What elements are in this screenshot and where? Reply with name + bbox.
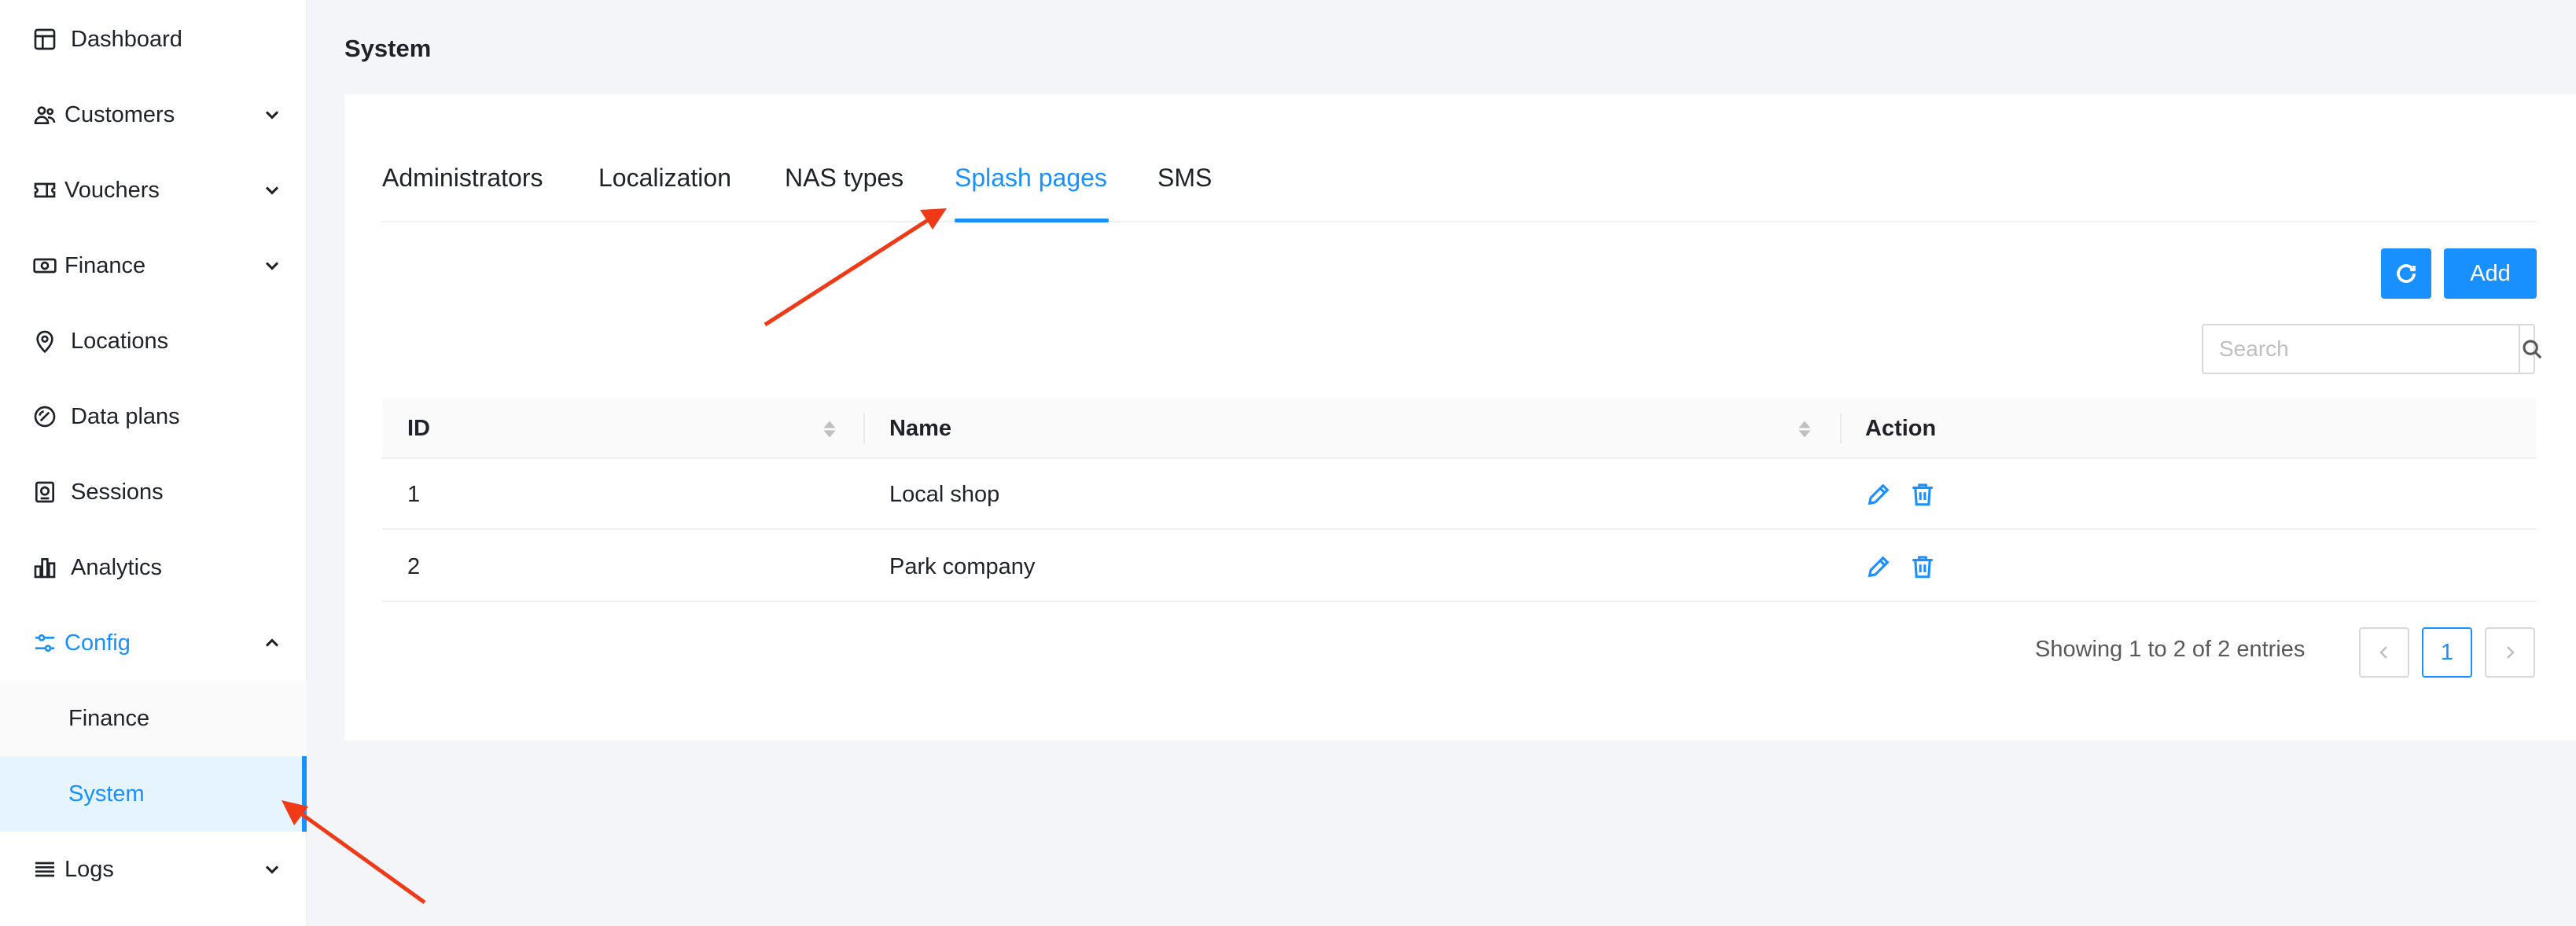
edit-icon[interactable] (1865, 481, 1893, 509)
table-row: 2 Park company (382, 531, 2537, 602)
sidebar-subitem-label: System (68, 781, 145, 807)
sidebar-item-label: Config (64, 630, 131, 656)
sidebar-item-label: Finance (64, 252, 146, 278)
list-icon (31, 856, 58, 883)
sidebar: Dashboard Customers Vouchers Finance Loc… (0, 0, 307, 926)
tab-sms[interactable]: SMS (1157, 164, 1212, 193)
sidebar-item-label: Logs (64, 856, 114, 882)
next-page-button[interactable] (2485, 627, 2535, 678)
sidebar-item-config[interactable]: Config (0, 605, 307, 681)
ticket-icon (31, 177, 58, 204)
chevron-down-icon (261, 179, 283, 201)
column-divider (863, 413, 865, 443)
column-header-action: Action (1865, 415, 1937, 441)
edit-icon[interactable] (1865, 553, 1893, 582)
sidebar-item-label: Dashboard (71, 26, 182, 52)
data-plan-icon (31, 403, 58, 430)
table-row: 1 Local shop (382, 459, 2537, 530)
sidebar-item-label: Analytics (71, 554, 163, 580)
chevron-right-icon (2507, 646, 2515, 659)
sidebar-subitem-label: Finance (68, 705, 150, 731)
location-pin-icon (31, 328, 58, 355)
table-header: ID Name Action (382, 398, 2537, 459)
sidebar-item-locations[interactable]: Locations (0, 303, 307, 379)
sidebar-subitem-system[interactable]: System (0, 756, 307, 832)
sort-icon[interactable] (822, 420, 837, 439)
add-button[interactable]: Add (2444, 248, 2537, 299)
sidebar-item-analytics[interactable]: Analytics (0, 530, 307, 605)
search-icon (2523, 340, 2542, 359)
sidebar-item-label: Vouchers (64, 177, 160, 203)
search-input[interactable] (2203, 325, 2519, 373)
refresh-button[interactable] (2381, 248, 2431, 299)
tab-nas-types[interactable]: NAS types (785, 164, 903, 193)
sidebar-subitem-finance[interactable]: Finance (0, 681, 307, 756)
chevron-down-icon (261, 104, 283, 126)
cell-name: Park company (889, 553, 1036, 579)
refresh-icon (2397, 264, 2416, 283)
search-box (2202, 324, 2542, 374)
tab-splash-pages[interactable]: Splash pages (955, 164, 1107, 193)
chevron-down-icon (261, 858, 283, 880)
sidebar-item-dashboard[interactable]: Dashboard (0, 2, 307, 77)
money-icon (31, 252, 58, 279)
search-button[interactable] (2519, 325, 2544, 373)
sidebar-item-customers[interactable]: Customers (0, 77, 307, 152)
sidebar-item-sessions[interactable]: Sessions (0, 454, 307, 530)
sidebar-item-label: Data plans (71, 403, 180, 429)
page-title: System (344, 35, 432, 62)
sidebar-item-label: Customers (64, 101, 175, 127)
cell-name: Local shop (889, 481, 1000, 507)
sidebar-item-label: Sessions (71, 479, 164, 505)
chevron-up-icon (261, 632, 283, 654)
dashboard-icon (31, 26, 58, 53)
column-header-id[interactable]: ID (407, 398, 430, 459)
sliders-icon (31, 630, 58, 656)
chevron-down-icon (261, 255, 283, 277)
sidebar-item-data-plans[interactable]: Data plans (0, 379, 307, 454)
column-header-name[interactable]: Name (889, 398, 951, 459)
pagination-info: Showing 1 to 2 of 2 entries (2035, 637, 2306, 662)
users-icon (31, 101, 58, 128)
column-divider (1840, 413, 1842, 443)
page-button[interactable]: 1 (2422, 627, 2472, 678)
sidebar-item-vouchers[interactable]: Vouchers (0, 152, 307, 228)
sort-icon[interactable] (1798, 420, 1812, 439)
tabs-divider (382, 221, 2537, 222)
cell-id: 1 (407, 481, 421, 507)
sidebar-item-label: Locations (71, 328, 169, 354)
prev-page-button[interactable] (2359, 627, 2409, 678)
delete-icon[interactable] (1909, 553, 1938, 582)
tab-localization[interactable]: Localization (598, 164, 731, 193)
bar-chart-icon (31, 554, 58, 581)
sidebar-item-logs[interactable]: Logs (0, 832, 307, 907)
delete-icon[interactable] (1909, 481, 1938, 509)
cell-id: 2 (407, 553, 421, 579)
sidebar-item-finance[interactable]: Finance (0, 228, 307, 303)
selected-indicator (302, 756, 307, 832)
active-tab-indicator (955, 219, 1109, 222)
chevron-left-icon (2379, 646, 2387, 659)
sessions-icon (31, 479, 58, 505)
tab-administrators[interactable]: Administrators (382, 164, 543, 193)
